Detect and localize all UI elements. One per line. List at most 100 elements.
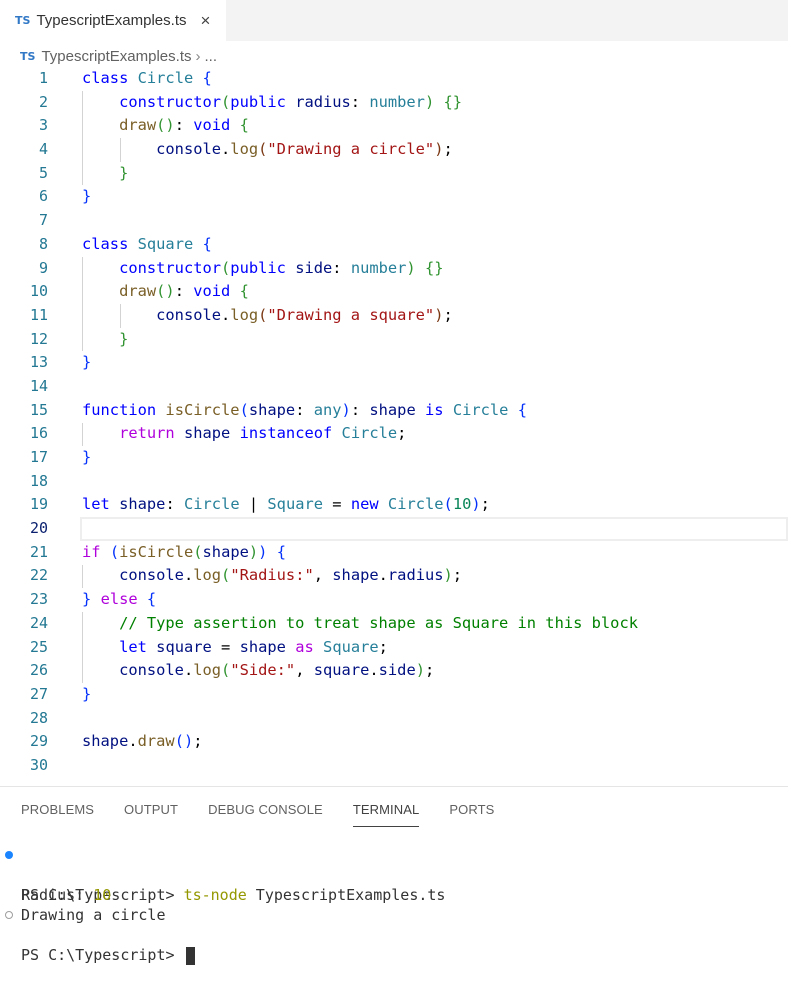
code-text: draw(): void {: [82, 280, 249, 304]
code-token: Square: [323, 637, 379, 656]
code-text: class Square {: [82, 233, 212, 257]
code-token: "Drawing a square": [267, 305, 435, 324]
code-token: {: [202, 234, 212, 253]
code-token: .: [221, 140, 231, 159]
code-text: }: [82, 351, 91, 375]
code-token: instanceof: [239, 424, 333, 443]
typescript-file-icon: TS: [15, 14, 31, 27]
code-line[interactable]: 16 return shape instanceof Circle;: [0, 422, 788, 446]
code-token: ): [341, 400, 351, 419]
breadcrumb-more[interactable]: ...: [205, 48, 218, 65]
code-line[interactable]: 12 }: [0, 328, 788, 352]
code-line[interactable]: 17}: [0, 446, 788, 470]
code-line[interactable]: 21 if (isCircle(shape)) {: [0, 541, 788, 565]
code-token: .: [378, 566, 388, 585]
line-number: 15: [29, 400, 48, 419]
code-token: as: [295, 637, 314, 656]
code-line[interactable]: 20: [0, 517, 788, 541]
code-token: side: [378, 661, 416, 680]
code-line[interactable]: 22 console.log("Radius:", shape.radius);: [0, 564, 788, 588]
command-pending-icon[interactable]: [5, 911, 13, 919]
code-token: function: [82, 400, 157, 419]
code-line[interactable]: 24 // Type assertion to treat shape as S…: [0, 612, 788, 636]
command-success-icon[interactable]: [5, 851, 13, 859]
code-token: ): [471, 495, 481, 514]
code-token: }: [119, 163, 129, 182]
code-line[interactable]: 7: [0, 209, 788, 233]
code-token: {}: [443, 92, 463, 111]
tab-output[interactable]: OUTPUT: [124, 802, 178, 817]
tab-typescript-examples[interactable]: TS TypescriptExamples.ts ×: [0, 0, 226, 41]
code-line[interactable]: 25 let square = shape as Square;: [0, 636, 788, 660]
chevron-right-icon: ›: [195, 47, 201, 65]
indent-guide: [82, 564, 83, 589]
code-token: {: [202, 69, 212, 87]
code-token: .: [369, 661, 379, 680]
code-line[interactable]: 14: [0, 375, 788, 399]
code-editor[interactable]: 1 class Circle {2 constructor(public radi…: [0, 67, 788, 778]
code-token: shape: [239, 637, 286, 656]
code-line[interactable]: 9 constructor(public side: number) {}: [0, 257, 788, 281]
code-token: }: [82, 684, 92, 703]
code-line[interactable]: 6}: [0, 185, 788, 209]
close-icon[interactable]: ×: [201, 11, 211, 31]
code-line[interactable]: 11 console.log("Drawing a square");: [0, 304, 788, 328]
code-token: ;: [425, 661, 435, 680]
tab-ports[interactable]: PORTS: [449, 802, 494, 817]
code-token: let: [119, 637, 147, 656]
terminal[interactable]: PS C:\Typescript> ts-node TypescriptExam…: [0, 845, 788, 965]
code-line[interactable]: 10 draw(): void {: [0, 280, 788, 304]
code-line[interactable]: 19 let shape: Circle | Square = new Circl…: [0, 493, 788, 517]
tab-debug-console[interactable]: DEBUG CONSOLE: [208, 802, 323, 817]
code-token: {}: [424, 258, 444, 277]
code-text: let square = shape as Square;: [82, 636, 388, 660]
code-token: "Drawing a circle": [267, 140, 435, 159]
line-number: 27: [29, 684, 48, 703]
code-token: :: [295, 400, 314, 419]
code-line[interactable]: 8 class Square {: [0, 233, 788, 257]
code-line[interactable]: 27}: [0, 683, 788, 707]
code-token: (: [221, 566, 231, 585]
code-text: // Type assertion to treat shape as Squa…: [82, 612, 638, 636]
code-line[interactable]: 29 shape.draw();: [0, 730, 788, 754]
code-token: is: [425, 400, 444, 419]
breadcrumb-file[interactable]: TypescriptExamples.ts: [41, 48, 191, 65]
code-line[interactable]: 26 console.log("Side:", square.side);: [0, 659, 788, 683]
code-text: function isCircle(shape: any): shape is …: [82, 399, 527, 423]
code-line[interactable]: 1 class Circle {: [0, 67, 788, 91]
editor-tab-bar: TS TypescriptExamples.ts ×: [0, 0, 788, 41]
terminal-line: Radius: 10: [0, 865, 788, 904]
code-token: draw: [119, 282, 157, 301]
code-token: ): [406, 258, 416, 277]
code-token: Square: [267, 495, 324, 514]
code-token: :: [332, 258, 351, 277]
code-token: Circle: [387, 495, 444, 514]
code-line[interactable]: 28: [0, 707, 788, 731]
code-token: ;: [397, 424, 407, 443]
code-token: shape: [332, 566, 379, 585]
code-token: (: [109, 542, 120, 561]
code-token: side: [295, 258, 333, 277]
code-line[interactable]: 13}: [0, 351, 788, 375]
code-line[interactable]: 15 function isCircle(shape: any): shape i…: [0, 399, 788, 423]
code-token: :: [174, 282, 194, 301]
code-line[interactable]: 30: [0, 754, 788, 778]
code-line[interactable]: 4 console.log("Drawing a circle");: [0, 138, 788, 162]
tab-terminal[interactable]: TERMINAL: [352, 802, 420, 827]
code-line[interactable]: 3 draw(): void {: [0, 114, 788, 138]
terminal-line: PS C:\Typescript> ts-node TypescriptExam…: [0, 845, 788, 904]
code-text: draw(): void {: [82, 114, 249, 138]
code-line[interactable]: 2 constructor(public radius: number) {}: [0, 91, 788, 115]
code-token: shape: [248, 400, 296, 419]
code-line[interactable]: 18: [0, 470, 788, 494]
code-line[interactable]: 23} else {: [0, 588, 788, 612]
code-token: shape: [202, 542, 249, 561]
code-token: {: [239, 116, 249, 135]
code-line[interactable]: 5 }: [0, 162, 788, 186]
tab-problems[interactable]: PROBLEMS: [21, 802, 94, 817]
code-text: } else {: [82, 588, 156, 612]
line-number: 4: [38, 140, 48, 159]
